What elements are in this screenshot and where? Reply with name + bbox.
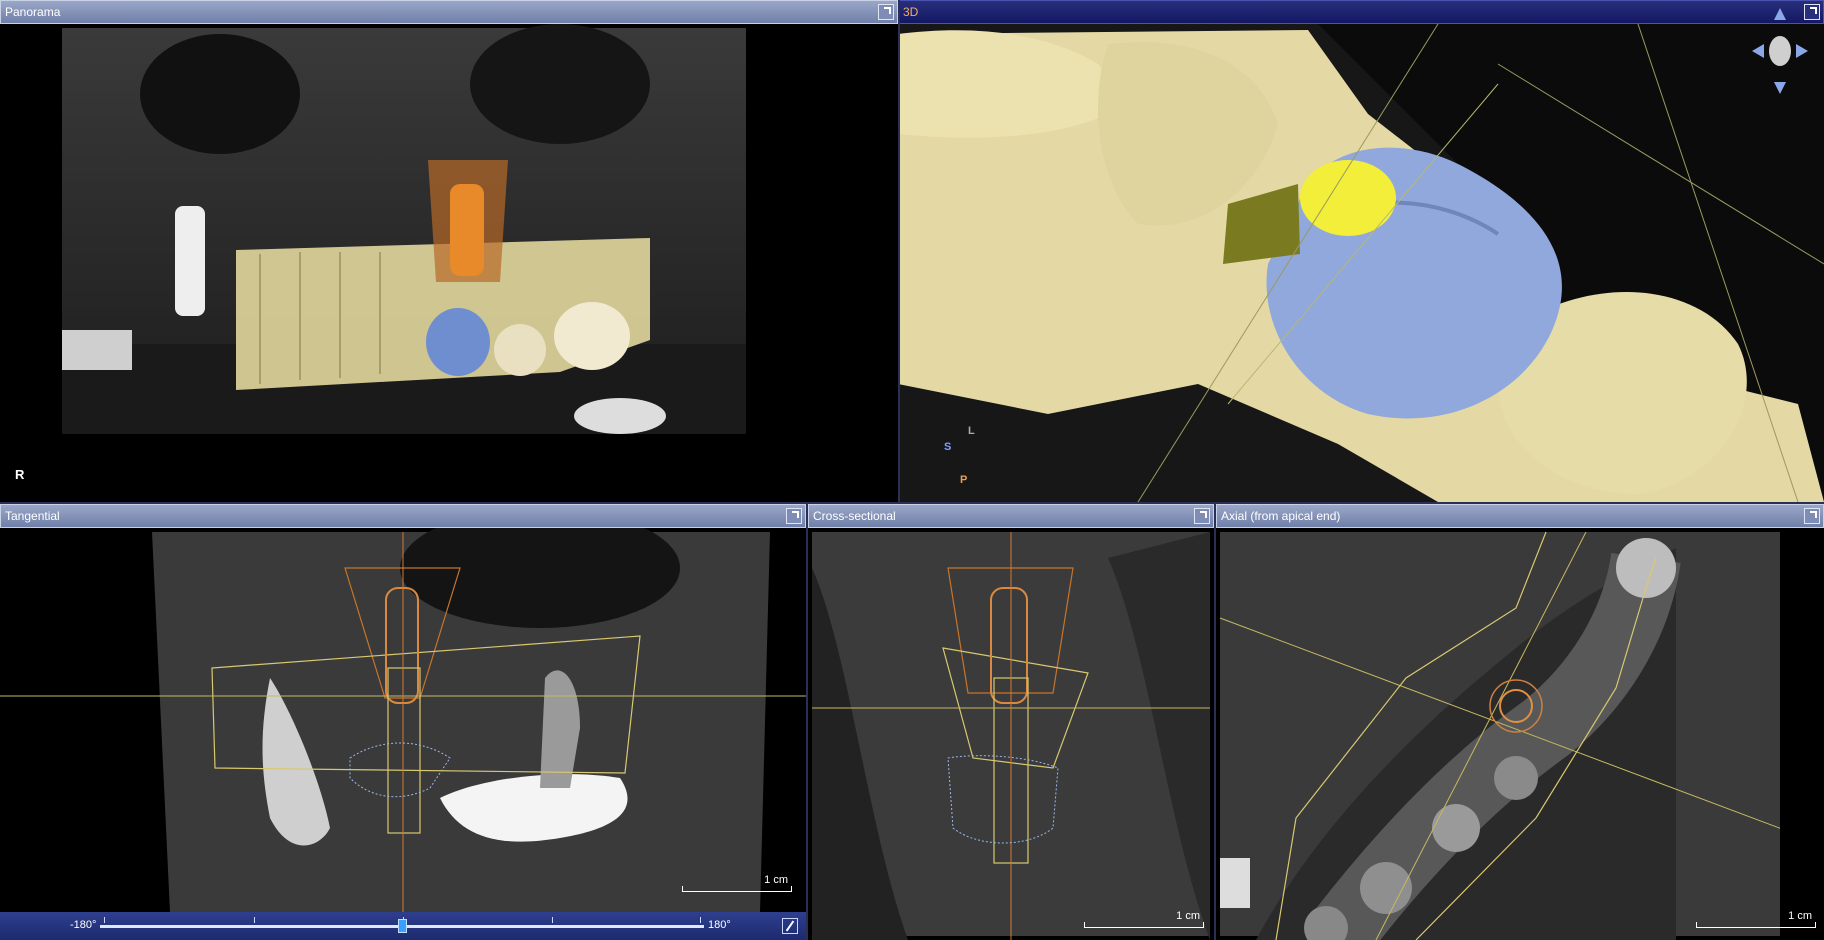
tangential-title: Tangential xyxy=(5,509,60,523)
3d-title: 3D xyxy=(903,5,919,19)
horizontal-divider[interactable] xyxy=(0,502,1824,504)
tangential-viewport[interactable]: Tangential 1 cm xyxy=(0,504,806,912)
rotation-min-label: -180° xyxy=(70,919,97,931)
crown-model xyxy=(426,308,490,376)
axial-titlebar: Axial (from apical end) xyxy=(1216,504,1824,528)
tangential-titlebar: Tangential xyxy=(0,504,806,528)
cross-sectional-title: Cross-sectional xyxy=(813,509,896,523)
rotation-slider-bar[interactable]: -180° 180° xyxy=(0,912,806,940)
cross-sectional-titlebar: Cross-sectional xyxy=(808,504,1214,528)
vertical-divider[interactable] xyxy=(806,504,808,940)
3d-render[interactable] xyxy=(898,24,1824,502)
cross-sectional-scalebar: 1 cm xyxy=(1084,910,1204,930)
tangential-scale-label: 1 cm xyxy=(764,874,788,886)
vertical-divider[interactable] xyxy=(1214,504,1216,940)
implant-top xyxy=(1300,160,1396,236)
axis-l: L xyxy=(968,425,975,437)
slider-tick xyxy=(104,917,105,923)
rotation-max-label: 180° xyxy=(708,919,731,931)
planned-implant xyxy=(450,184,484,276)
slider-tick xyxy=(700,917,701,923)
axial-svg xyxy=(1219,531,1820,940)
cross-sectional-scale-label: 1 cm xyxy=(1176,910,1200,922)
axial-viewport[interactable]: Axial (from apical end) 1 cm xyxy=(1216,504,1824,940)
maximize-icon[interactable] xyxy=(878,4,894,20)
axial-title: Axial (from apical end) xyxy=(1221,509,1341,523)
maximize-icon[interactable] xyxy=(786,508,802,524)
panorama-viewport[interactable]: Panorama R xyxy=(0,0,898,502)
cross-sectional-viewport[interactable]: Cross-sectional 1 cm xyxy=(808,504,1214,940)
existing-implant xyxy=(175,206,205,316)
axial-scale-label: 1 cm xyxy=(1788,910,1812,922)
axial-image[interactable] xyxy=(1216,528,1824,940)
slider-tick xyxy=(552,917,553,923)
3d-viewport[interactable]: 3D S L P xyxy=(898,0,1824,502)
cross-sectional-svg xyxy=(812,532,1210,940)
3d-svg xyxy=(898,24,1824,502)
panorama-svg xyxy=(62,24,746,434)
axis-p: P xyxy=(960,474,968,486)
slider-tick xyxy=(254,917,255,923)
maximize-icon[interactable] xyxy=(1194,508,1210,524)
vertical-divider[interactable] xyxy=(898,0,900,502)
axis-s: S xyxy=(944,441,952,453)
cross-sectional-image[interactable] xyxy=(808,528,1214,940)
tangential-image[interactable] xyxy=(0,528,806,912)
panorama-titlebar: Panorama xyxy=(0,0,898,24)
panorama-image[interactable] xyxy=(0,24,898,502)
rotation-slider-thumb[interactable] xyxy=(398,919,407,933)
maximize-icon[interactable] xyxy=(1804,508,1820,524)
orientation-label: R xyxy=(15,467,25,482)
reset-rotation-icon[interactable] xyxy=(782,918,798,934)
tangential-scalebar: 1 cm xyxy=(682,874,792,894)
orientation-nav-icon[interactable] xyxy=(1750,6,1810,96)
tangential-svg xyxy=(0,528,806,912)
axial-scalebar: 1 cm xyxy=(1696,910,1816,930)
panorama-title: Panorama xyxy=(5,5,61,19)
3d-titlebar: 3D xyxy=(898,0,1824,24)
